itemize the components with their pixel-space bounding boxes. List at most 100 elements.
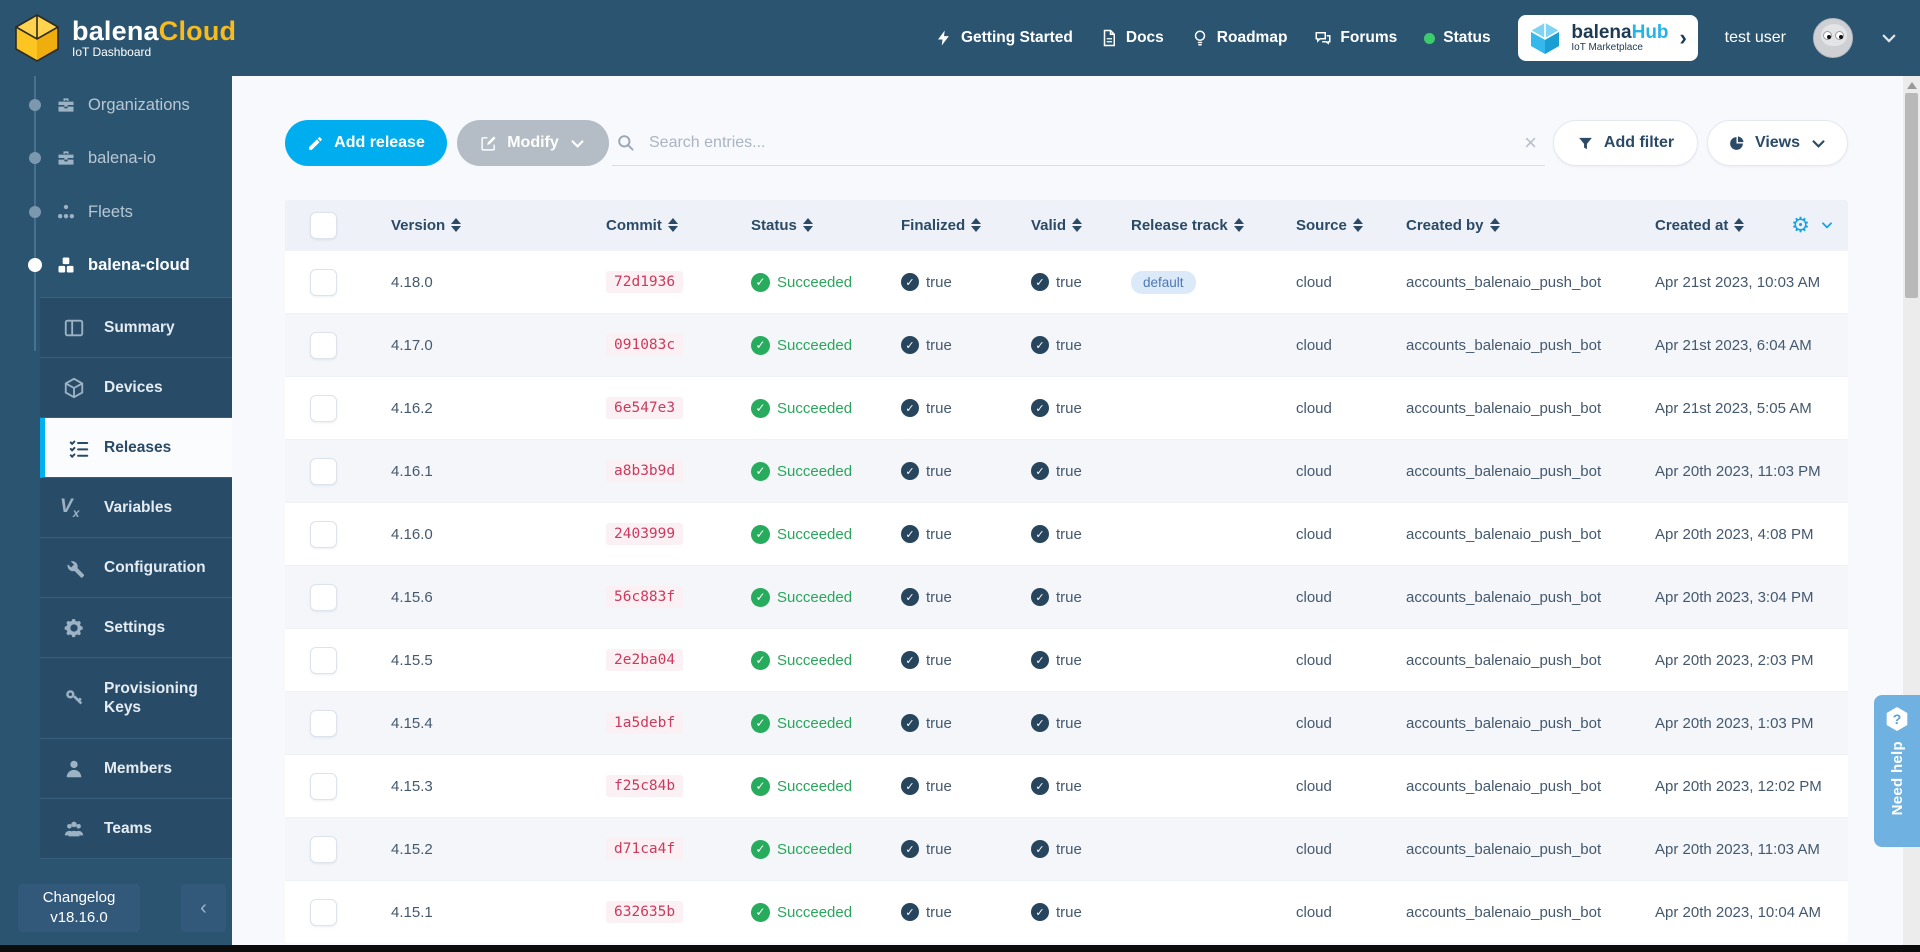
table-row[interactable]: 4.15.1 632635b ✓Succeeded ✓true ✓true cl… [285,880,1848,943]
modify-button[interactable]: Modify [457,120,609,166]
sidebar-item-organizations[interactable]: Organizations [0,88,232,122]
scroll-up-arrow[interactable] [1907,82,1917,89]
column-header-release-track[interactable]: Release track [1115,217,1280,234]
table-settings-gear-icon[interactable]: ⚙ [1791,215,1810,236]
user-avatar[interactable] [1813,18,1853,58]
row-checkbox[interactable] [310,647,337,674]
row-checkbox[interactable] [310,521,337,548]
table-row[interactable]: 4.15.3 f25c84b ✓Succeeded ✓true ✓true cl… [285,754,1848,817]
version-cell: 4.15.2 [375,841,590,858]
sidebar-item-provisioning-keys[interactable]: Provisioning Keys [40,658,232,739]
nav-docs[interactable]: Docs [1100,29,1164,47]
nav-getting-started[interactable]: Getting Started [935,29,1073,47]
sidebar-item-releases[interactable]: Releases [40,418,232,478]
balena-hub-button[interactable]: balenaHub IoT Marketplace › [1518,15,1698,61]
sidebar-item-settings[interactable]: Settings [40,598,232,658]
row-checkbox[interactable] [310,395,337,422]
success-check-icon: ✓ [751,777,770,796]
user-menu-chevron-icon[interactable] [1880,29,1898,47]
table-row[interactable]: 4.15.2 d71ca4f ✓Succeeded ✓true ✓true cl… [285,817,1848,880]
commit-hash-link[interactable]: 632635b [606,901,683,923]
true-check-icon: ✓ [901,462,919,480]
table-collapse-chevron-icon[interactable] [1820,218,1834,232]
sidebar-item-devices[interactable]: Devices [40,358,232,418]
column-header-status[interactable]: Status [735,217,885,234]
search-input[interactable] [649,134,1469,152]
column-header-valid[interactable]: Valid [1015,217,1115,234]
commit-hash-link[interactable]: f25c84b [606,775,683,797]
table-row[interactable]: 4.17.0 091083c ✓Succeeded ✓true ✓true cl… [285,313,1848,376]
table-row[interactable]: 4.16.2 6e547e3 ✓Succeeded ✓true ✓true cl… [285,376,1848,439]
nav-status[interactable]: Status [1424,29,1490,47]
sidebar-item-summary[interactable]: Summary [40,298,232,358]
table-row[interactable]: 4.16.1 a8b3b9d ✓Succeeded ✓true ✓true cl… [285,439,1848,502]
valid-cell: ✓true [1015,903,1115,921]
version-cell: 4.15.4 [375,715,590,732]
row-checkbox[interactable] [310,836,337,863]
success-check-icon: ✓ [751,525,770,544]
row-checkbox[interactable] [310,899,337,926]
row-checkbox[interactable] [310,458,337,485]
version-cell: 4.18.0 [375,274,590,291]
sidebar-item-teams[interactable]: Teams [40,799,232,859]
pencil-icon [307,135,324,152]
finalized-cell: ✓true [885,840,1015,858]
row-checkbox[interactable] [310,773,337,800]
add-release-button[interactable]: Add release [285,120,447,166]
add-filter-button[interactable]: Add filter [1553,120,1698,166]
finalized-cell: ✓true [885,651,1015,669]
need-help-tab[interactable]: ? Need help [1874,695,1920,847]
clear-search-icon[interactable]: × [1524,130,1537,156]
commit-hash-link[interactable]: 1a5debf [606,712,683,734]
search-icon [616,133,635,152]
column-header-version[interactable]: Version [375,217,590,234]
sort-icon [1734,218,1744,232]
nav-forums[interactable]: Forums [1314,29,1397,47]
commit-hash-link[interactable]: 72d1936 [606,271,683,293]
table-row[interactable]: 4.15.6 56c883f ✓Succeeded ✓true ✓true cl… [285,565,1848,628]
select-all-checkbox[interactable] [310,212,337,239]
true-check-icon: ✓ [1031,525,1049,543]
row-checkbox[interactable] [310,332,337,359]
scrollbar-thumb[interactable] [1905,93,1918,298]
commit-hash-link[interactable]: 6e547e3 [606,397,683,419]
valid-cell: ✓true [1015,777,1115,795]
commit-hash-link[interactable]: 2403999 [606,523,683,545]
commit-hash-link[interactable]: 2e2ba04 [606,649,683,671]
table-row[interactable]: 4.15.5 2e2ba04 ✓Succeeded ✓true ✓true cl… [285,628,1848,691]
sidebar-item-balena-cloud[interactable]: balena-cloud [0,248,232,282]
sidebar-item-variables[interactable]: Vx Variables [40,478,232,538]
created-at-cell: Apr 20th 2023, 2:03 PM [1625,652,1848,669]
column-header-created-by[interactable]: Created by [1390,217,1625,234]
table-row[interactable]: 4.18.0 72d1936 ✓Succeeded ✓true ✓true de… [285,250,1848,313]
commit-hash-link[interactable]: 091083c [606,334,683,356]
sidebar-collapse-button[interactable]: ‹ [181,884,226,932]
status-cell: ✓Succeeded [735,651,885,670]
column-header-source[interactable]: Source [1280,217,1390,234]
column-header-created-at[interactable]: Created at [1625,217,1744,234]
views-button[interactable]: Views [1707,120,1848,166]
commit-hash-link[interactable]: d71ca4f [606,838,683,860]
hub-cube-icon [1528,21,1562,55]
table-row[interactable]: 4.15.4 1a5debf ✓Succeeded ✓true ✓true cl… [285,691,1848,754]
nav-roadmap[interactable]: Roadmap [1191,29,1288,47]
row-checkbox[interactable] [310,269,337,296]
user-name[interactable]: test user [1725,29,1786,47]
release-track-badge: default [1131,271,1196,294]
row-checkbox[interactable] [310,584,337,611]
commit-hash-link[interactable]: a8b3b9d [606,460,683,482]
changelog-button[interactable]: Changelog v18.16.0 [18,884,140,932]
sidebar-item-balena-io[interactable]: balena-io [0,141,232,175]
finalized-cell: ✓true [885,903,1015,921]
commit-hash-link[interactable]: 56c883f [606,586,683,608]
row-checkbox[interactable] [310,710,337,737]
column-header-finalized[interactable]: Finalized [885,217,1015,234]
balena-cloud-logo[interactable]: balenaCloud IoT Dashboard [14,14,236,62]
sidebar-item-configuration[interactable]: Configuration [40,538,232,598]
table-row[interactable]: 4.16.0 2403999 ✓Succeeded ✓true ✓true cl… [285,502,1848,565]
finalized-cell: ✓true [885,462,1015,480]
sidebar-item-fleets[interactable]: Fleets [0,195,232,229]
created-at-cell: Apr 21st 2023, 10:03 AM [1625,274,1848,291]
sidebar-item-members[interactable]: Members [40,739,232,799]
column-header-commit[interactable]: Commit [590,217,735,234]
